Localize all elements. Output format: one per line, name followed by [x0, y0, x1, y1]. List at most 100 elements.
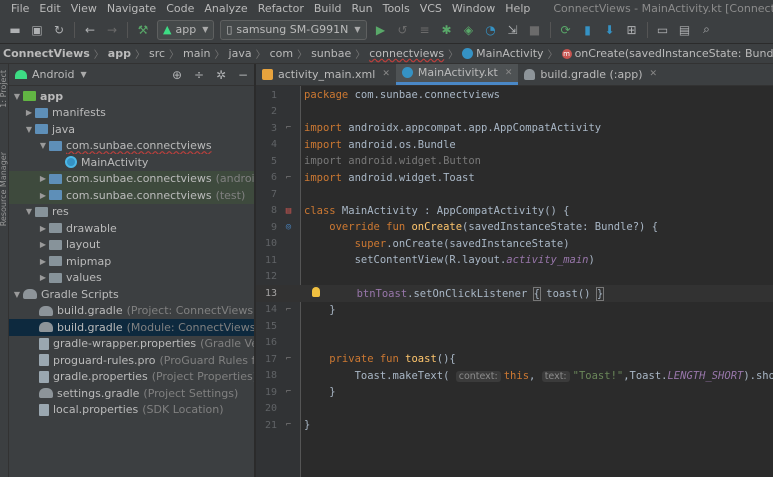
menu-vcs[interactable]: VCS	[415, 2, 447, 15]
code-line[interactable]: 14 ⌐ }	[256, 302, 773, 319]
device-select[interactable]: ▯ samsung SM-G991N ▼	[220, 19, 367, 40]
code-line[interactable]: 19 ⌐ }	[256, 384, 773, 401]
fold-icon[interactable]: ⌐	[277, 120, 300, 136]
fold-icon[interactable]: ⌐	[277, 351, 300, 367]
tab-build-gradle-app[interactable]: build.gradle (:app) ✕	[518, 64, 663, 85]
expanded-arrow-icon[interactable]: ▼	[37, 141, 49, 150]
tab-mainactivity-kt[interactable]: MainActivity.kt ✕	[395, 64, 519, 85]
resource-manager-tab[interactable]: Resource Manager	[0, 152, 8, 226]
tree-item-mipmap[interactable]: ▶ mipmap	[9, 253, 254, 270]
collapsed-arrow-icon[interactable]: ▶	[37, 174, 49, 183]
expanded-arrow-icon[interactable]: ▼	[23, 207, 35, 216]
collapse-all-icon[interactable]: ÷	[188, 68, 210, 82]
tree-item-mainactivity[interactable]: MainActivity	[9, 154, 254, 171]
code-line[interactable]: 7	[256, 186, 773, 203]
crumb-sunbae[interactable]: sunbae	[308, 47, 354, 60]
tree-item-gradle-wrapper[interactable]: gradle-wrapper.properties (Gradle Versio…	[9, 336, 254, 353]
crumb-app[interactable]: app	[105, 47, 134, 60]
tree-item-proguard[interactable]: proguard-rules.pro (ProGuard Rules for C…	[9, 352, 254, 369]
tree-item-values[interactable]: ▶ values	[9, 270, 254, 287]
class-layout-icon[interactable]: ▤	[277, 203, 300, 219]
collapsed-arrow-icon[interactable]: ▶	[37, 257, 49, 266]
crumb-java[interactable]: java	[226, 47, 255, 60]
project-tool-window-tab[interactable]: 1: Project	[0, 70, 8, 108]
code-line[interactable]: 10 super.onCreate(savedInstanceState)	[256, 236, 773, 253]
collapsed-arrow-icon[interactable]: ▶	[37, 240, 49, 249]
tree-item-manifests[interactable]: ▶ manifests	[9, 105, 254, 122]
crumb-project[interactable]: ConnectViews	[0, 47, 93, 60]
crumb-src[interactable]: src	[146, 47, 168, 60]
code-line[interactable]: 3 ⌐ import androidx.appcompat.app.AppComp…	[256, 120, 773, 137]
code-line[interactable]: 8 ▤ class MainActivity : AppCompatActivit…	[256, 203, 773, 220]
crumb-com[interactable]: com	[267, 47, 297, 60]
tree-item-package-test[interactable]: ▶ com.sunbae.connectviews (test)	[9, 187, 254, 204]
fold-icon[interactable]: ⌐	[277, 417, 300, 433]
back-arrow-icon[interactable]: ←	[81, 21, 99, 39]
code-line[interactable]: 20	[256, 401, 773, 418]
menu-view[interactable]: View	[66, 2, 102, 15]
code-line-current[interactable]: 13 btnToast.setOnClickListener { toast()…	[256, 285, 773, 302]
apply-code-changes-icon[interactable]: ≡	[416, 21, 434, 39]
code-line[interactable]: 1 package com.sunbae.connectviews	[256, 87, 773, 104]
fold-icon[interactable]: ⌐	[277, 302, 300, 318]
apply-changes-icon[interactable]: ↺	[394, 21, 412, 39]
save-all-icon[interactable]: ▣	[28, 21, 46, 39]
code-line[interactable]: 9 ◎ override fun onCreate(savedInstanceSt…	[256, 219, 773, 236]
collapsed-arrow-icon[interactable]: ▶	[37, 273, 49, 282]
code-line[interactable]: 11 setContentView(R.layout.activity_main…	[256, 252, 773, 269]
tree-item-app[interactable]: ▼ app	[9, 88, 254, 105]
fold-icon[interactable]: ⌐	[277, 384, 300, 400]
close-icon[interactable]: ✕	[650, 69, 658, 79]
menu-file[interactable]: File	[6, 2, 34, 15]
collapsed-arrow-icon[interactable]: ▶	[23, 108, 35, 117]
code-line[interactable]: 21 ⌐ }	[256, 417, 773, 434]
menu-window[interactable]: Window	[447, 2, 500, 15]
run-icon[interactable]: ▶	[372, 21, 390, 39]
gear-icon[interactable]: ✲	[210, 68, 232, 82]
minimize-icon[interactable]: −	[232, 68, 254, 82]
menu-navigate[interactable]: Navigate	[102, 2, 161, 15]
avd-manager-icon[interactable]: ▮	[579, 21, 597, 39]
crumb-oncreate[interactable]: m onCreate(savedInstanceState: Bundle?)	[559, 47, 773, 60]
tree-item-build-gradle-module[interactable]: build.gradle (Module: ConnectViews.app)	[9, 319, 254, 336]
chevron-down-icon[interactable]: ▼	[81, 70, 87, 79]
menu-analyze[interactable]: Analyze	[199, 2, 252, 15]
code-line[interactable]: 16	[256, 335, 773, 352]
tree-item-package-androidtest[interactable]: ▶ com.sunbae.connectviews (androidTest)	[9, 170, 254, 187]
crumb-connectviews[interactable]: connectviews	[366, 47, 447, 60]
hammer-build-icon[interactable]: ⚒	[134, 21, 152, 39]
expanded-arrow-icon[interactable]: ▼	[11, 92, 23, 101]
tree-item-gradle-scripts[interactable]: ▼ Gradle Scripts	[9, 286, 254, 303]
layout-inspector-icon[interactable]: ⊞	[623, 21, 641, 39]
project-structure-icon[interactable]: ▭	[654, 21, 672, 39]
code-line[interactable]: 5 import android.widget.Button	[256, 153, 773, 170]
attach-debugger-icon[interactable]: ⇲	[504, 21, 522, 39]
profile-icon[interactable]: ◔	[482, 21, 500, 39]
code-editor[interactable]: 1 package com.sunbae.connectviews 2 3 ⌐ i…	[256, 86, 773, 477]
menu-run[interactable]: Run	[347, 2, 378, 15]
open-folder-icon[interactable]: ▬	[6, 21, 24, 39]
coverage-icon[interactable]: ◈	[460, 21, 478, 39]
expanded-arrow-icon[interactable]: ▼	[11, 290, 23, 299]
tree-item-gradle-properties[interactable]: gradle.properties (Project Properties)	[9, 369, 254, 386]
collapsed-arrow-icon[interactable]: ▶	[37, 224, 49, 233]
tab-activity-main-xml[interactable]: activity_main.xml ✕	[256, 64, 396, 85]
close-icon[interactable]: ✕	[382, 69, 390, 79]
tree-item-drawable[interactable]: ▶ drawable	[9, 220, 254, 237]
tree-item-layout[interactable]: ▶ layout	[9, 237, 254, 254]
forward-arrow-icon[interactable]: →	[103, 21, 121, 39]
code-line[interactable]: 6 ⌐ import android.widget.Toast	[256, 170, 773, 187]
code-line[interactable]: 2	[256, 104, 773, 121]
locate-target-icon[interactable]: ⊕	[166, 68, 188, 82]
menu-edit[interactable]: Edit	[34, 2, 65, 15]
code-line[interactable]: 4 import android.os.Bundle	[256, 137, 773, 154]
tree-item-package-main[interactable]: ▼ com.sunbae.connectviews	[9, 138, 254, 155]
close-icon[interactable]: ✕	[505, 68, 513, 78]
sync-icon[interactable]: ↻	[50, 21, 68, 39]
menu-code[interactable]: Code	[161, 2, 199, 15]
sdk-manager-icon[interactable]: ⬇	[601, 21, 619, 39]
tree-item-build-gradle-project[interactable]: build.gradle (Project: ConnectViews)	[9, 303, 254, 320]
search-icon[interactable]: ⌕	[698, 21, 716, 39]
code-line[interactable]: 12	[256, 269, 773, 286]
project-view-select[interactable]: Android	[32, 68, 75, 81]
